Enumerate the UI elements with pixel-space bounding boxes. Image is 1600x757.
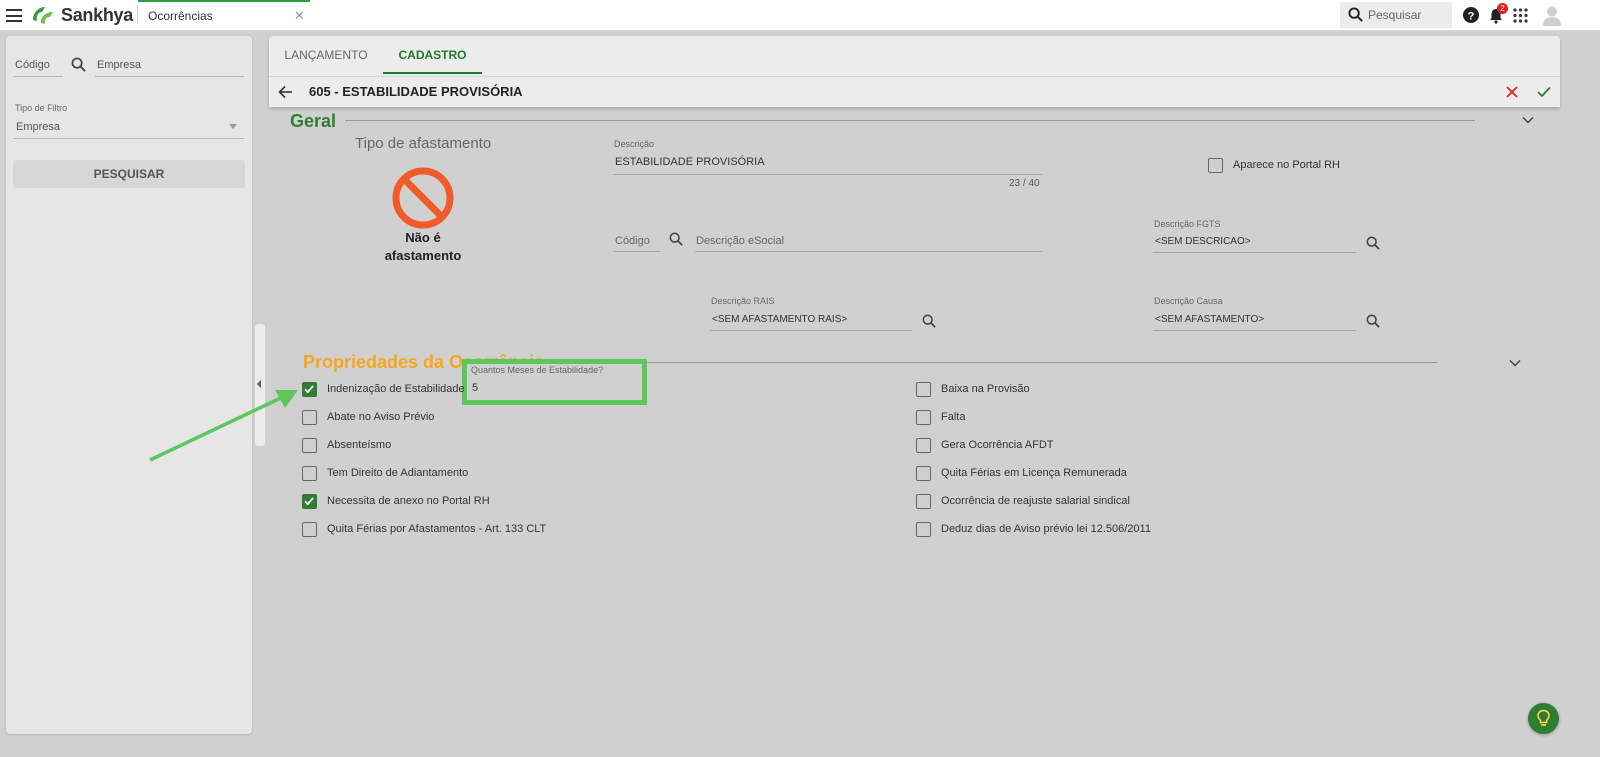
descricao-fgts-input[interactable]: <SEM DESCRICAO> (1155, 236, 1251, 247)
chevron-down-icon[interactable] (229, 124, 237, 129)
checkbox[interactable] (302, 522, 317, 537)
top-bar: Sankhya Ocorrências ✕ Pesquisar ? 2 (0, 0, 1600, 31)
checkbox-label: Necessita de anexo no Portal RH (327, 495, 490, 507)
check-icon (304, 497, 314, 506)
app-tab-label: Ocorrências (148, 9, 213, 23)
record-header: LANÇAMENTO CADASTRO 605 - ESTABILIDADE P… (269, 36, 1560, 107)
checkbox-label: Absenteísmo (327, 439, 392, 451)
checkbox-label: Indenização de Estabilidade (327, 383, 465, 395)
checkbox[interactable] (916, 494, 931, 509)
user-avatar-icon[interactable] (1541, 4, 1563, 26)
checkbox[interactable] (916, 438, 931, 453)
tipo-filtro-value[interactable]: Empresa (16, 121, 60, 133)
aparece-portal-checkbox[interactable] (1208, 158, 1223, 173)
checkbox-label: Quita Férias em Licença Remunerada (941, 467, 1127, 479)
descricao-underline (613, 174, 1042, 175)
descricao-label: Descrição (614, 139, 655, 149)
brand-logo[interactable]: Sankhya (31, 4, 133, 26)
descricao-counter: 23 / 40 (1009, 178, 1040, 189)
checkbox-label: Tem Direito de Adiantamento (327, 467, 469, 479)
help-icon[interactable]: ? (1463, 7, 1479, 23)
checkbox-label: Quita Férias por Afastamentos - Art. 133… (327, 523, 547, 535)
notification-badge: 2 (1497, 3, 1508, 14)
checkbox-label: Falta (941, 411, 966, 423)
descricao-esocial-label: Descrição eSocial (696, 235, 785, 247)
record-title: 605 - ESTABILIDADE PROVISÓRIA (309, 84, 523, 99)
search-icon[interactable] (1366, 236, 1380, 250)
chevron-down-icon[interactable] (1509, 359, 1521, 367)
pesquisar-button[interactable]: PESQUISAR (13, 160, 245, 188)
not-allowed-icon[interactable] (391, 166, 455, 230)
cancel-icon[interactable] (1506, 86, 1518, 98)
tipo-afastamento-label: Tipo de afastamento (355, 135, 492, 152)
lightbulb-icon (1537, 709, 1550, 726)
empresa-filter-label: Empresa (97, 59, 142, 71)
checkbox[interactable] (302, 466, 317, 481)
tipo-filtro-underline (13, 138, 244, 139)
checkbox-label: Ocorrência de reajuste salarial sindical (941, 495, 1130, 507)
descricao-rais-label: Descrição RAIS (711, 296, 775, 306)
checkbox-label: Gera Ocorrência AFDT (941, 439, 1054, 451)
apps-grid-icon[interactable] (1513, 8, 1528, 23)
codigo-filter-input[interactable] (13, 76, 63, 77)
checkbox[interactable] (916, 466, 931, 481)
annotation-arrow (149, 390, 298, 462)
confirm-check-icon[interactable] (1537, 86, 1551, 98)
assistant-button[interactable] (1528, 703, 1559, 734)
descricao-input[interactable]: ESTABILIDADE PROVISÓRIA (615, 156, 765, 168)
chevron-down-icon[interactable] (1522, 116, 1534, 124)
tab-lancamento[interactable]: LANÇAMENTO (269, 36, 383, 74)
checkbox-label: Abate no Aviso Prévio (327, 411, 435, 423)
search-icon[interactable] (71, 57, 86, 72)
aparece-portal-label: Aparece no Portal RH (1233, 159, 1340, 171)
descricao-causa-label: Descrição Causa (1154, 296, 1223, 306)
checkbox-label: Deduz dias de Aviso prévio lei 12.506/20… (941, 523, 1151, 535)
sankhya-logo-icon (33, 7, 53, 24)
menu-icon[interactable] (6, 9, 22, 22)
codigo-filter-label: Código (15, 59, 50, 71)
close-tab-icon[interactable]: ✕ (294, 8, 305, 24)
global-search[interactable]: Pesquisar (1340, 2, 1452, 28)
svg-text:?: ? (1468, 10, 1475, 22)
checkbox[interactable] (916, 410, 931, 425)
divider (269, 76, 1560, 77)
global-search-placeholder: Pesquisar (1368, 8, 1422, 22)
highlight-box (462, 359, 647, 405)
back-arrow-icon[interactable] (278, 85, 293, 99)
app-tab[interactable]: Ocorrências ✕ (138, 0, 310, 31)
tipo-afastamento-value: Não é afastamento (373, 229, 473, 265)
descricao-rais-underline (710, 330, 912, 331)
descricao-fgts-label: Descrição FGTS (1154, 219, 1221, 229)
tipo-filtro-label: Tipo de Filtro (15, 103, 68, 113)
checkbox[interactable] (302, 494, 317, 509)
codigo-esocial-input[interactable] (613, 251, 660, 252)
divider (545, 362, 1437, 363)
geral-section-title: Geral (290, 111, 337, 131)
checkbox[interactable] (916, 382, 931, 397)
tipo-afastamento-line1: Não é (405, 230, 441, 245)
checkbox-label: Baixa na Provisão (941, 383, 1030, 395)
descricao-causa-underline (1153, 330, 1356, 331)
divider (345, 120, 1475, 121)
brand-name: Sankhya (61, 4, 133, 25)
search-icon[interactable] (1366, 314, 1380, 328)
empresa-filter-input[interactable] (95, 76, 244, 77)
search-icon (1348, 7, 1363, 22)
descricao-esocial-input[interactable] (695, 251, 1042, 252)
tipo-afastamento-line2: afastamento (384, 248, 462, 263)
descricao-fgts-underline (1153, 252, 1356, 253)
tab-cadastro[interactable]: CADASTRO (383, 36, 482, 74)
search-icon[interactable] (922, 314, 936, 328)
checkbox[interactable] (916, 522, 931, 537)
codigo-esocial-label: Código (615, 235, 650, 247)
search-icon[interactable] (669, 232, 683, 246)
descricao-causa-input[interactable]: <SEM AFASTAMENTO> (1155, 314, 1264, 325)
descricao-rais-input[interactable]: <SEM AFASTAMENTO RAIS> (712, 314, 847, 325)
